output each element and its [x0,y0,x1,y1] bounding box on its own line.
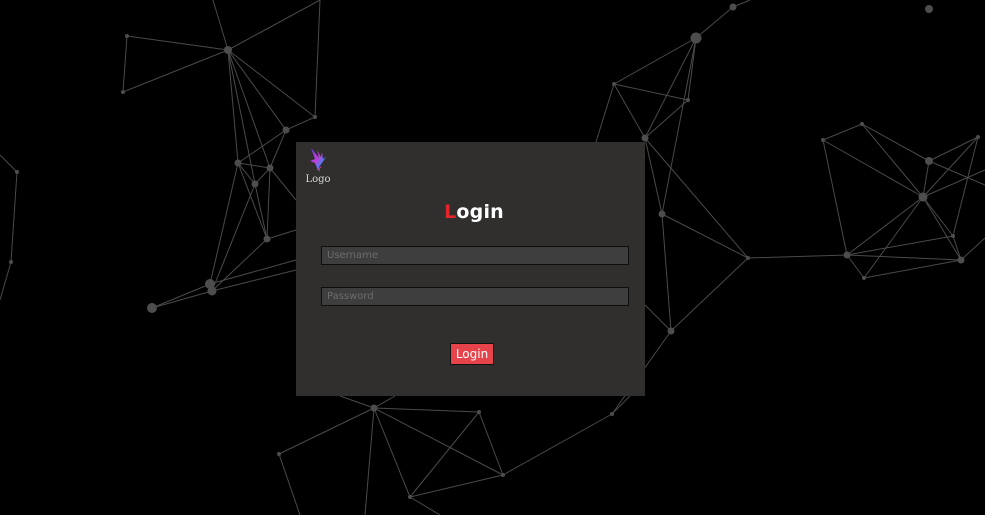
login-panel: Logo Login Login [296,142,645,396]
login-title: Login [296,201,652,223]
logo: Logo [304,146,332,186]
login-title-first-letter: L [444,201,457,223]
username-input[interactable] [321,246,629,265]
bird-logo-icon [310,148,326,172]
logo-text: Logo [305,174,331,185]
login-button[interactable]: Login [450,343,494,365]
login-title-rest: ogin [456,201,504,223]
login-page: Logo Login Login [0,0,985,515]
password-input[interactable] [321,287,629,306]
